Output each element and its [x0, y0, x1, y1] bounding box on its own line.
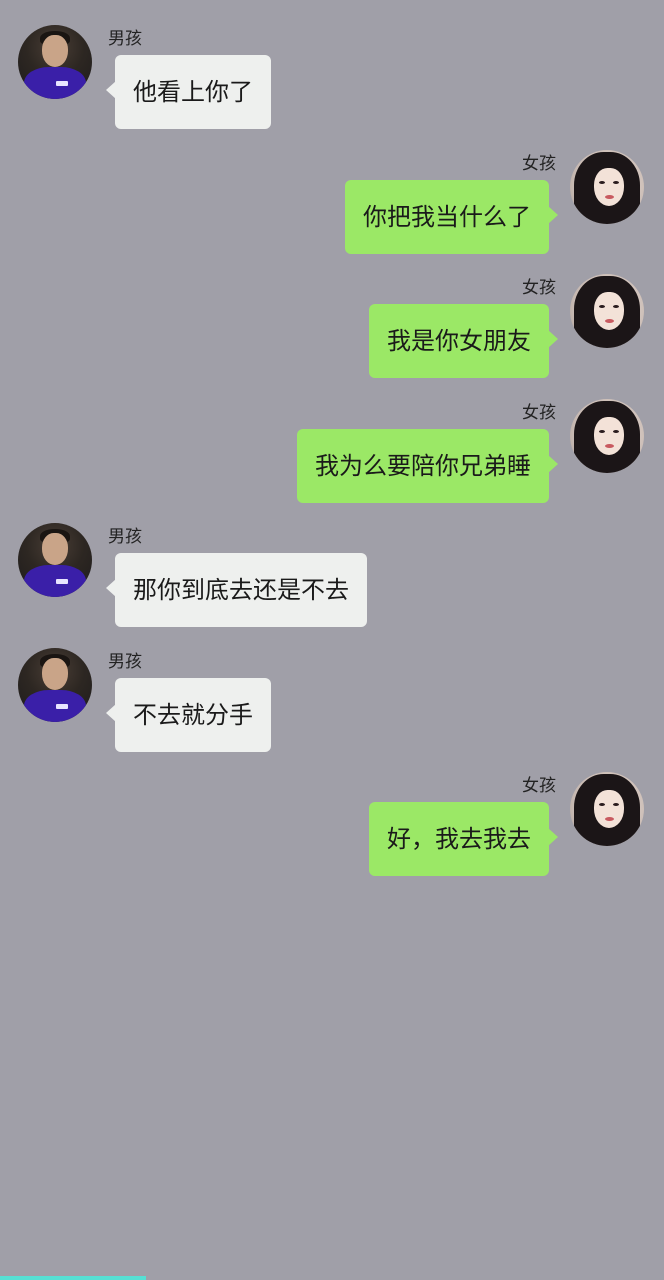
message-bubble[interactable]: 那你到底去还是不去 [106, 553, 367, 627]
sender-name: 女孩 [522, 403, 556, 423]
message-row: 女孩 我为么要陪你兄弟睡 [0, 399, 664, 509]
sender-name: 男孩 [108, 29, 142, 49]
chat-screen: 男孩 他看上你了 女孩 你把我当什么了 女孩 我是你女朋友 女孩 我为么要陪你兄… [0, 0, 664, 1280]
girl-avatar[interactable] [570, 274, 644, 348]
message-row: 男孩 那你到底去还是不去 [0, 523, 664, 633]
message-text: 我是你女朋友 [387, 327, 531, 355]
message-row: 男孩 不去就分手 [0, 648, 664, 758]
message-bubble[interactable]: 我为么要陪你兄弟睡 [297, 429, 558, 503]
message-row: 女孩 我是你女朋友 [0, 274, 664, 384]
girl-avatar[interactable] [570, 399, 644, 473]
sender-name: 女孩 [522, 154, 556, 174]
sender-name: 男孩 [108, 527, 142, 547]
message-text: 那你到底去还是不去 [133, 576, 349, 604]
sender-name: 女孩 [522, 776, 556, 796]
message-bubble[interactable]: 不去就分手 [106, 678, 271, 752]
girl-avatar[interactable] [570, 772, 644, 846]
message-text: 你把我当什么了 [363, 203, 531, 231]
message-bubble[interactable]: 好，我去我去 [369, 802, 558, 876]
sender-name: 男孩 [108, 652, 142, 672]
boy-avatar[interactable] [18, 523, 92, 597]
message-text: 不去就分手 [133, 701, 253, 729]
boy-avatar[interactable] [18, 648, 92, 722]
video-progress-bar[interactable] [0, 1276, 664, 1280]
boy-avatar[interactable] [18, 25, 92, 99]
message-row: 女孩 你把我当什么了 [0, 150, 664, 260]
sender-name: 女孩 [522, 278, 556, 298]
message-bubble[interactable]: 他看上你了 [106, 55, 271, 129]
message-row: 女孩 好，我去我去 [0, 772, 664, 882]
message-bubble[interactable]: 我是你女朋友 [369, 304, 558, 378]
message-text: 我为么要陪你兄弟睡 [315, 452, 531, 480]
message-bubble[interactable]: 你把我当什么了 [345, 180, 558, 254]
video-progress-fill [0, 1276, 147, 1280]
message-row: 男孩 他看上你了 [0, 25, 664, 135]
message-text: 他看上你了 [133, 78, 253, 106]
message-text: 好，我去我去 [387, 825, 531, 853]
girl-avatar[interactable] [570, 150, 644, 224]
